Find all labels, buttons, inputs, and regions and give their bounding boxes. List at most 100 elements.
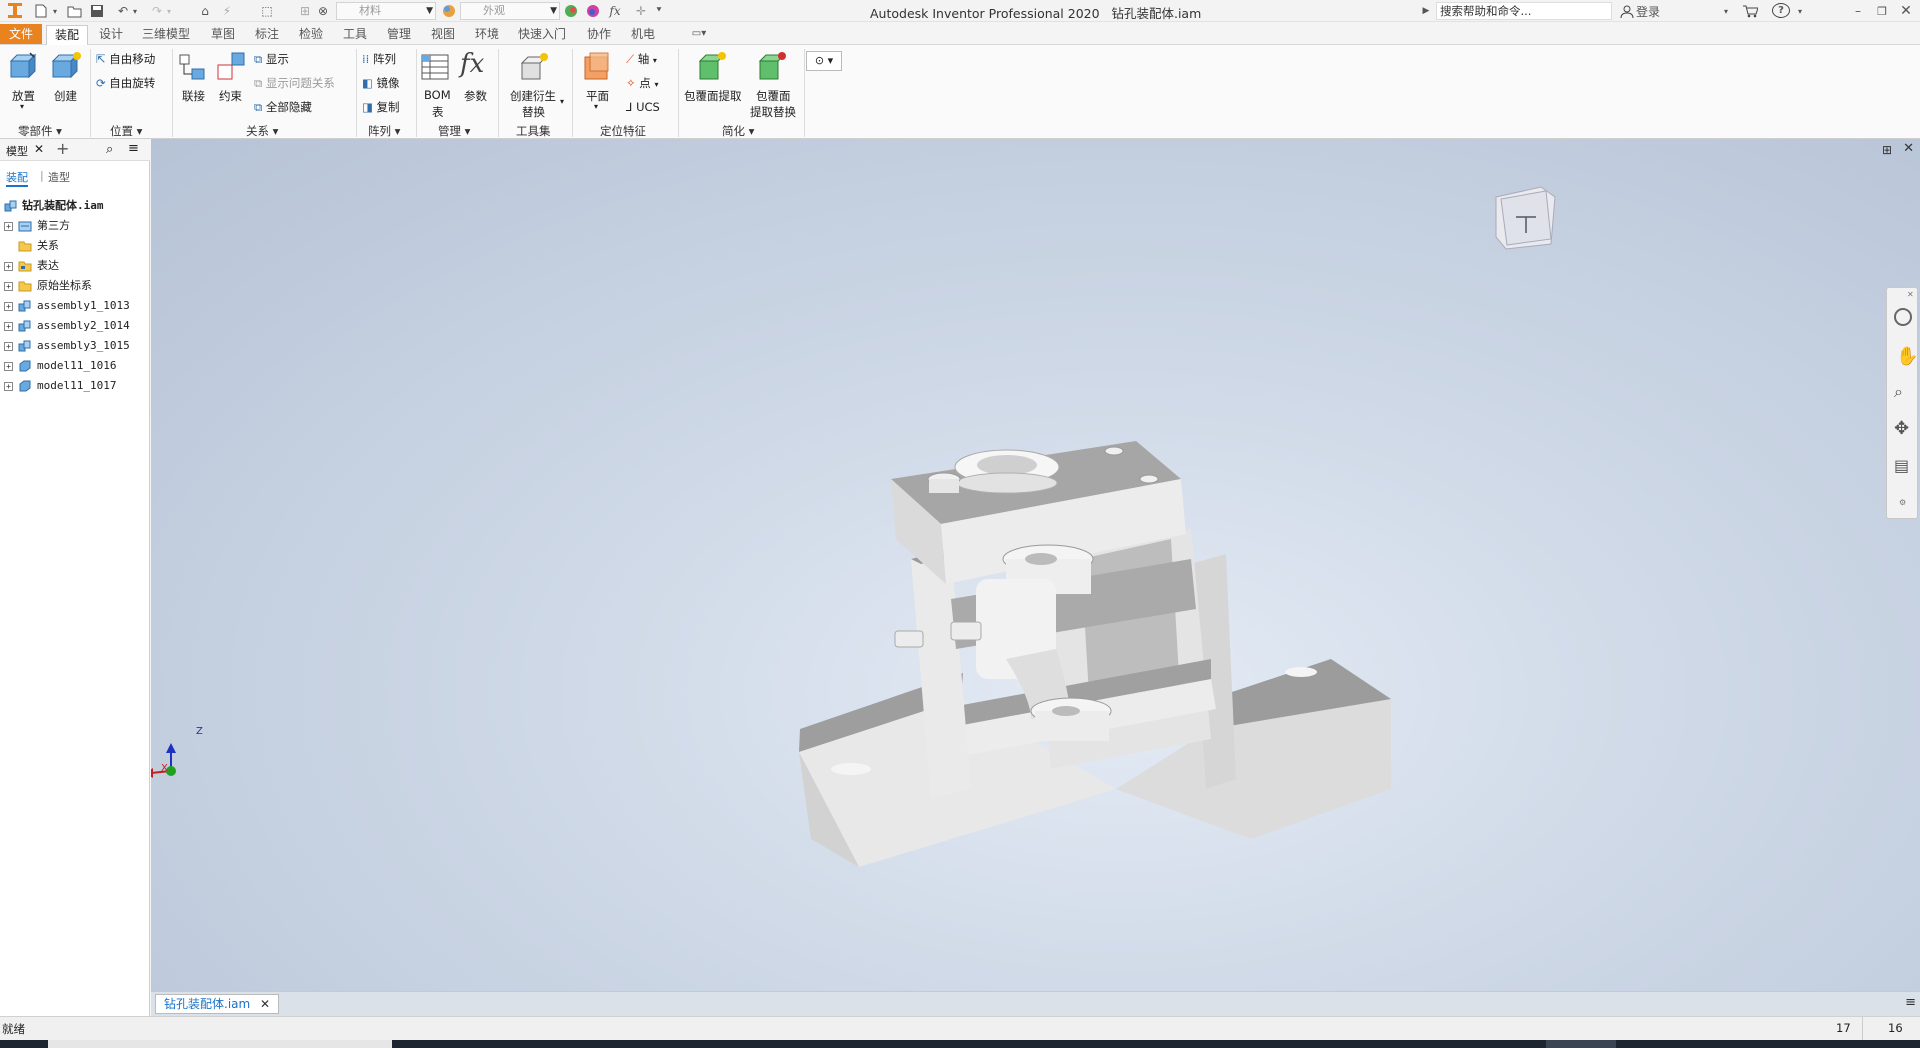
tab-electromechanical[interactable]: 机电: [626, 25, 660, 43]
adjust-appearance-icon[interactable]: [562, 3, 580, 19]
expand-icon[interactable]: +: [4, 282, 13, 291]
expand-icon[interactable]: +: [4, 322, 13, 331]
expand-icon[interactable]: +: [4, 362, 13, 371]
material-dropdown[interactable]: 材料 ▼: [336, 2, 436, 20]
close-icon[interactable]: ✕: [1896, 3, 1916, 19]
navbar-close-icon[interactable]: ✕: [1907, 290, 1914, 299]
parameters-button-label[interactable]: 参数: [464, 88, 487, 104]
expand-icon[interactable]: +: [4, 302, 13, 311]
appearance-icon[interactable]: [440, 3, 458, 19]
cart-icon[interactable]: [1740, 3, 1760, 19]
viewport-close-icon[interactable]: ✕: [1903, 141, 1914, 156]
mirror-button[interactable]: ◧ 镜像: [362, 74, 400, 92]
minimize-icon[interactable]: –: [1848, 3, 1868, 19]
new-dropdown-icon[interactable]: ▾: [50, 3, 60, 19]
bom-label-line1[interactable]: BOM: [424, 88, 451, 102]
tab-assembly-view[interactable]: 装配: [6, 169, 28, 187]
ucs-button[interactable]: ⅃ UCS: [626, 98, 660, 116]
place-dropdown-icon[interactable]: ▾: [20, 102, 24, 111]
user-icon[interactable]: [1618, 3, 1636, 19]
tab-assemble[interactable]: 装配: [46, 25, 88, 45]
derive-label-line2[interactable]: 替换: [522, 104, 545, 120]
tab-tools[interactable]: 工具: [338, 25, 372, 43]
constrain-button-label[interactable]: 约束: [219, 88, 242, 104]
navbar-customize-icon[interactable]: ⚙: [1899, 498, 1906, 507]
tab-get-started[interactable]: 快速入门: [514, 25, 570, 43]
expand-icon[interactable]: +: [4, 262, 13, 271]
group-toolset-label[interactable]: 工具集: [516, 123, 551, 139]
collapse-search-icon[interactable]: ▶: [1420, 3, 1432, 19]
clear-override-icon[interactable]: ⊗: [314, 3, 332, 19]
group-pattern-label[interactable]: 阵列 ▾: [368, 123, 400, 139]
create-component-icon[interactable]: [50, 51, 82, 86]
group-relationships-label[interactable]: 关系 ▾: [246, 123, 278, 139]
free-move-button[interactable]: ⇱ 自由移动: [96, 50, 155, 68]
axis-button[interactable]: ⟋ 轴 ▾: [626, 50, 657, 68]
expand-icon[interactable]: +: [4, 222, 13, 231]
shrinkwrap-substitute-icon[interactable]: [756, 51, 788, 86]
bom-icon[interactable]: [420, 51, 452, 86]
steering-wheel-icon[interactable]: [1894, 308, 1912, 326]
close-browser-icon[interactable]: ✕: [34, 142, 44, 156]
open-icon[interactable]: [66, 3, 84, 19]
tab-manage[interactable]: 管理: [382, 25, 416, 43]
tab-environments[interactable]: 环境: [470, 25, 504, 43]
point-button[interactable]: ✧ 点 ▾: [626, 74, 658, 92]
document-tab[interactable]: 钻孔装配体.iam ✕: [155, 994, 280, 1014]
customize-dropdown-icon[interactable]: ⯆: [652, 3, 666, 19]
orbit-icon[interactable]: ✥: [1894, 418, 1909, 439]
inventor-logo[interactable]: [4, 2, 26, 20]
group-manage-label[interactable]: 管理 ▾: [438, 123, 470, 139]
sign-in-link[interactable]: 登录: [1636, 3, 1670, 19]
measure-icon[interactable]: ⊞: [296, 3, 314, 19]
undo-dropdown-icon[interactable]: ▾: [130, 3, 140, 19]
expand-icon[interactable]: +: [4, 382, 13, 391]
group-work-features-label[interactable]: 定位特征: [600, 123, 646, 139]
expand-icon[interactable]: +: [4, 342, 13, 351]
bom-label-line2[interactable]: 表: [432, 104, 444, 120]
select-icon[interactable]: ⬚: [258, 3, 276, 19]
pattern-button[interactable]: ⁞⁞ 阵列: [362, 50, 396, 68]
tab-sketch[interactable]: 草图: [206, 25, 240, 43]
shrinkwrap-button-label[interactable]: 包覆面提取: [684, 88, 742, 104]
tab-design[interactable]: 设计: [94, 25, 128, 43]
taskbar-item[interactable]: [1546, 1040, 1616, 1048]
derive-label-line1[interactable]: 创建衍生: [510, 88, 556, 104]
derive-dropdown-icon[interactable]: ▾: [560, 97, 564, 106]
joint-icon[interactable]: [178, 51, 208, 86]
help-dropdown-icon[interactable]: ▾: [1794, 3, 1806, 19]
place-component-icon[interactable]: [8, 51, 40, 86]
copy-button[interactable]: ◨ 复制: [362, 98, 400, 116]
panel-options-dropdown[interactable]: ⊙ ▾: [806, 51, 842, 71]
help-icon[interactable]: ?: [1772, 3, 1790, 18]
tab-collaborate[interactable]: 协作: [582, 25, 616, 43]
menu-icon[interactable]: ≡: [128, 141, 139, 156]
close-document-icon[interactable]: ✕: [260, 997, 270, 1011]
save-icon[interactable]: [88, 3, 106, 19]
group-simplification-label[interactable]: 简化 ▾: [722, 123, 754, 139]
hide-all-button[interactable]: ⧉ 全部隐藏: [254, 98, 312, 116]
sign-in-dropdown-icon[interactable]: ▾: [1720, 3, 1732, 19]
tab-annotate[interactable]: 标注: [250, 25, 284, 43]
create-button-label[interactable]: 创建: [54, 88, 77, 104]
shrinkwrap-sub-label-line1[interactable]: 包覆面: [756, 88, 791, 104]
restore-icon[interactable]: ❐: [1872, 3, 1892, 19]
look-at-icon[interactable]: ▤: [1894, 456, 1909, 475]
create-derived-substitute-icon[interactable]: [518, 51, 550, 86]
plane-icon[interactable]: [582, 51, 614, 86]
tab-file[interactable]: 文件: [0, 24, 42, 44]
tab-3d-model[interactable]: 三维模型: [138, 25, 194, 43]
tab-inspect[interactable]: 检验: [294, 25, 328, 43]
graphics-viewport[interactable]: X Z ⊞ ✕ ✕ ✋ ⌕ ✥ ▤ ⚙: [151, 139, 1920, 991]
shrinkwrap-sub-label-line2[interactable]: 提取替换: [750, 104, 796, 120]
group-position-label[interactable]: 位置 ▾: [110, 123, 142, 139]
plane-dropdown-icon[interactable]: ▾: [594, 102, 598, 111]
browser-title[interactable]: 模型: [6, 143, 28, 159]
taskbar-item[interactable]: [48, 1040, 392, 1048]
search-icon[interactable]: ⌕: [106, 142, 113, 157]
panel-visibility-icon[interactable]: ▭▾: [684, 25, 714, 43]
assembly-3d-model[interactable]: [151, 139, 1920, 991]
constrain-icon[interactable]: [216, 51, 246, 86]
viewport-layout-icon[interactable]: ⊞: [1882, 143, 1892, 157]
update-icon[interactable]: ⚡: [218, 3, 236, 19]
